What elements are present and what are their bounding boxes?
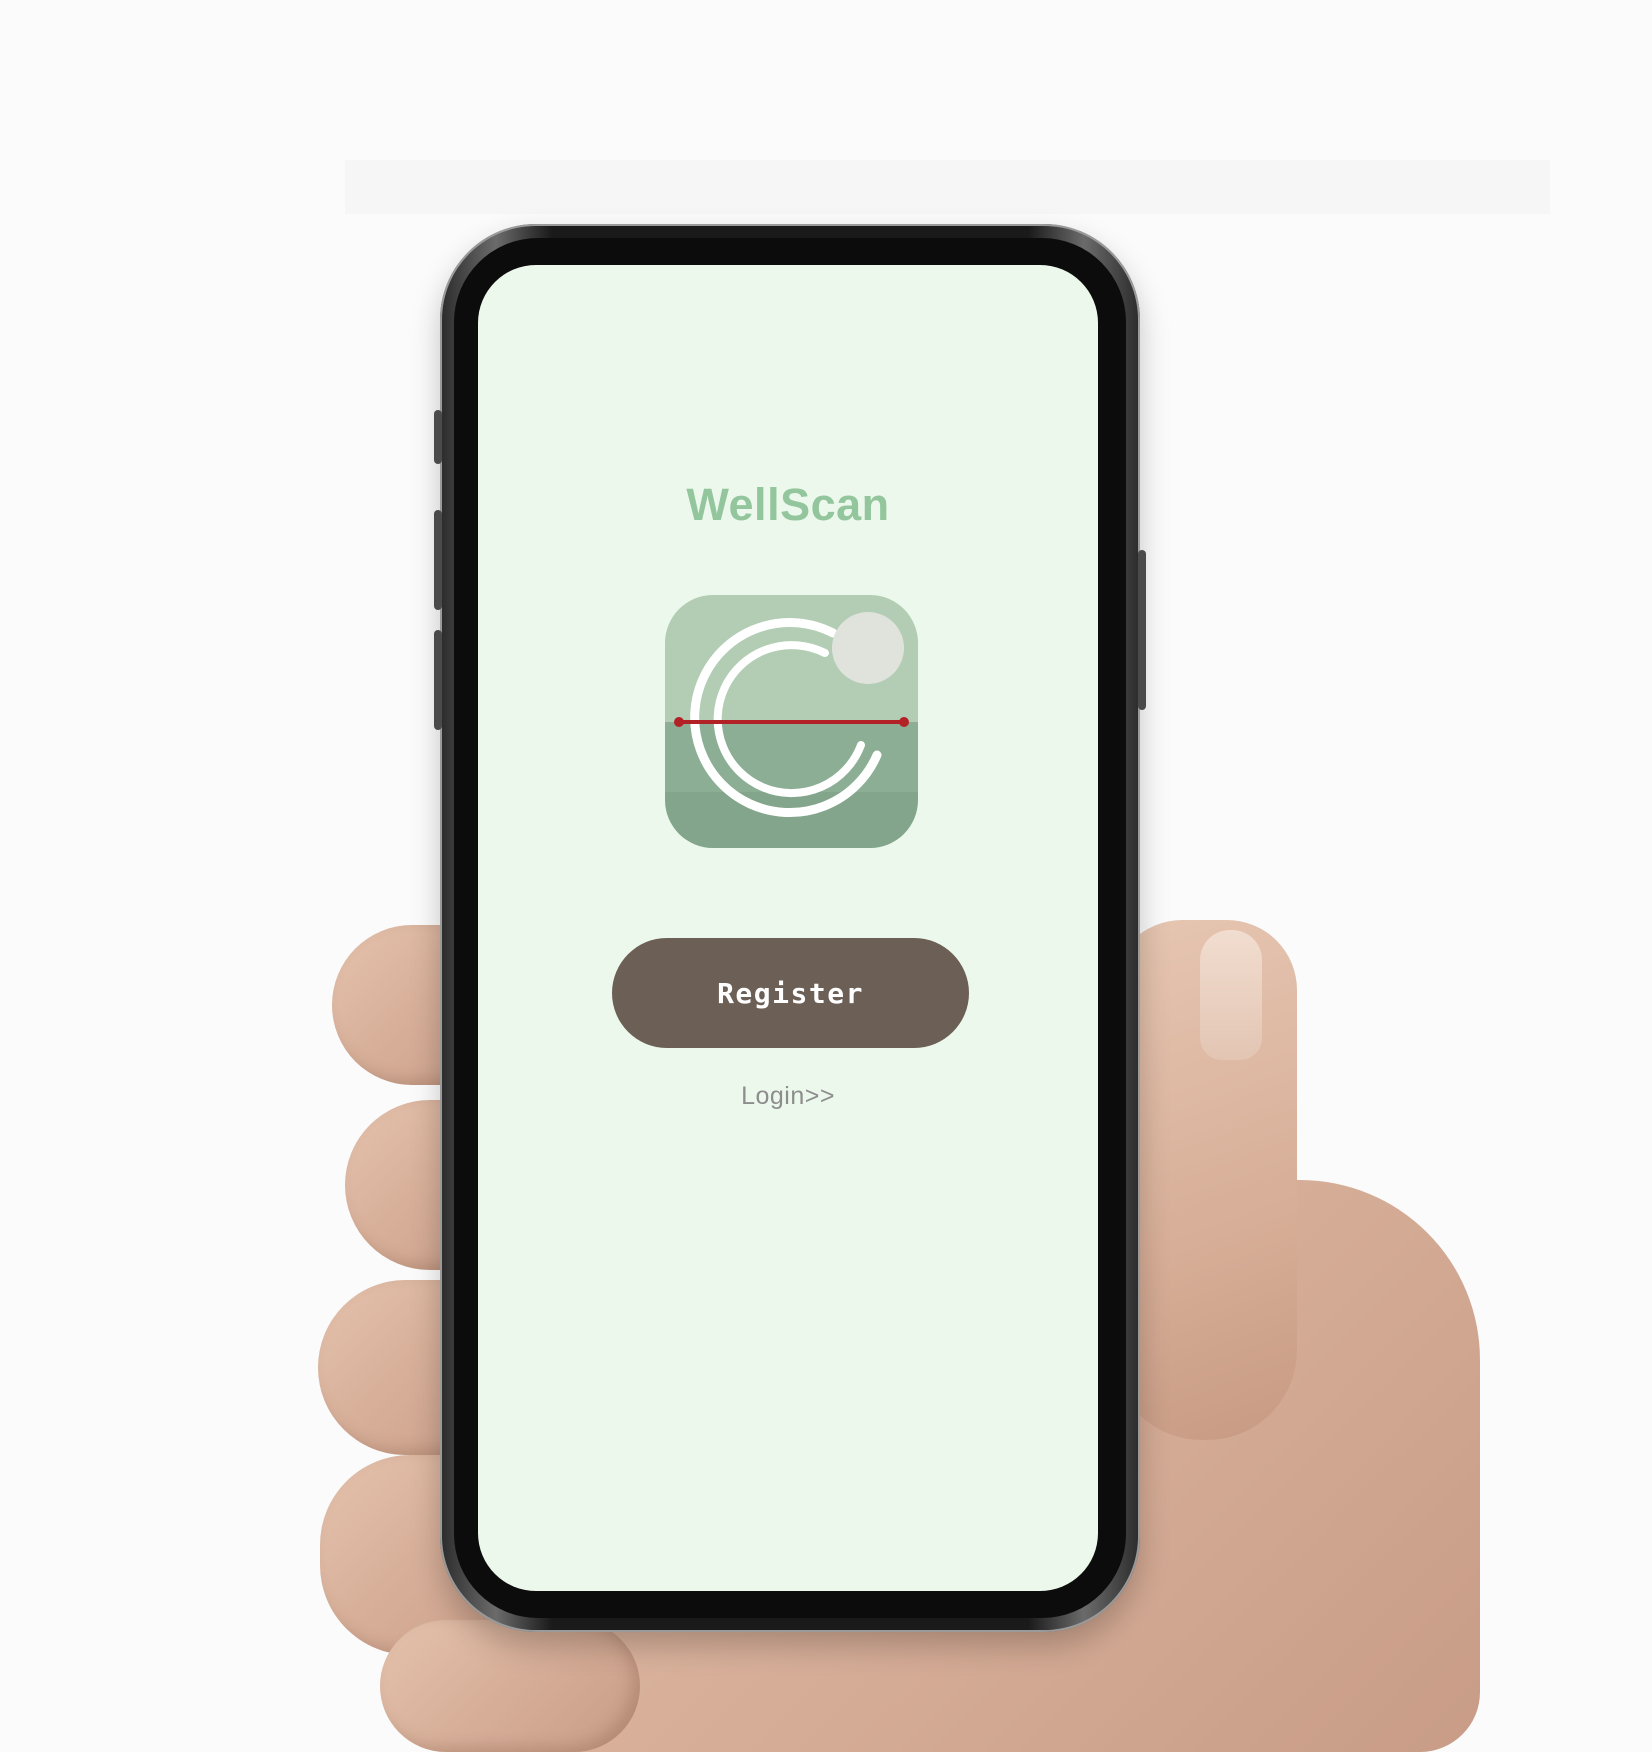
background-strip (345, 160, 1550, 214)
register-button[interactable]: Register (612, 938, 969, 1048)
scan-ring-logo-icon (665, 595, 918, 848)
phone-side-button (434, 510, 442, 610)
phone-side-button (434, 630, 442, 730)
phone-screen: WellScan Register Login>> (478, 265, 1098, 1591)
login-link[interactable]: Login>> (478, 1082, 1098, 1111)
app-title: WellScan (686, 479, 890, 530)
phone-side-button (1138, 550, 1146, 710)
phone-side-button (434, 410, 442, 464)
